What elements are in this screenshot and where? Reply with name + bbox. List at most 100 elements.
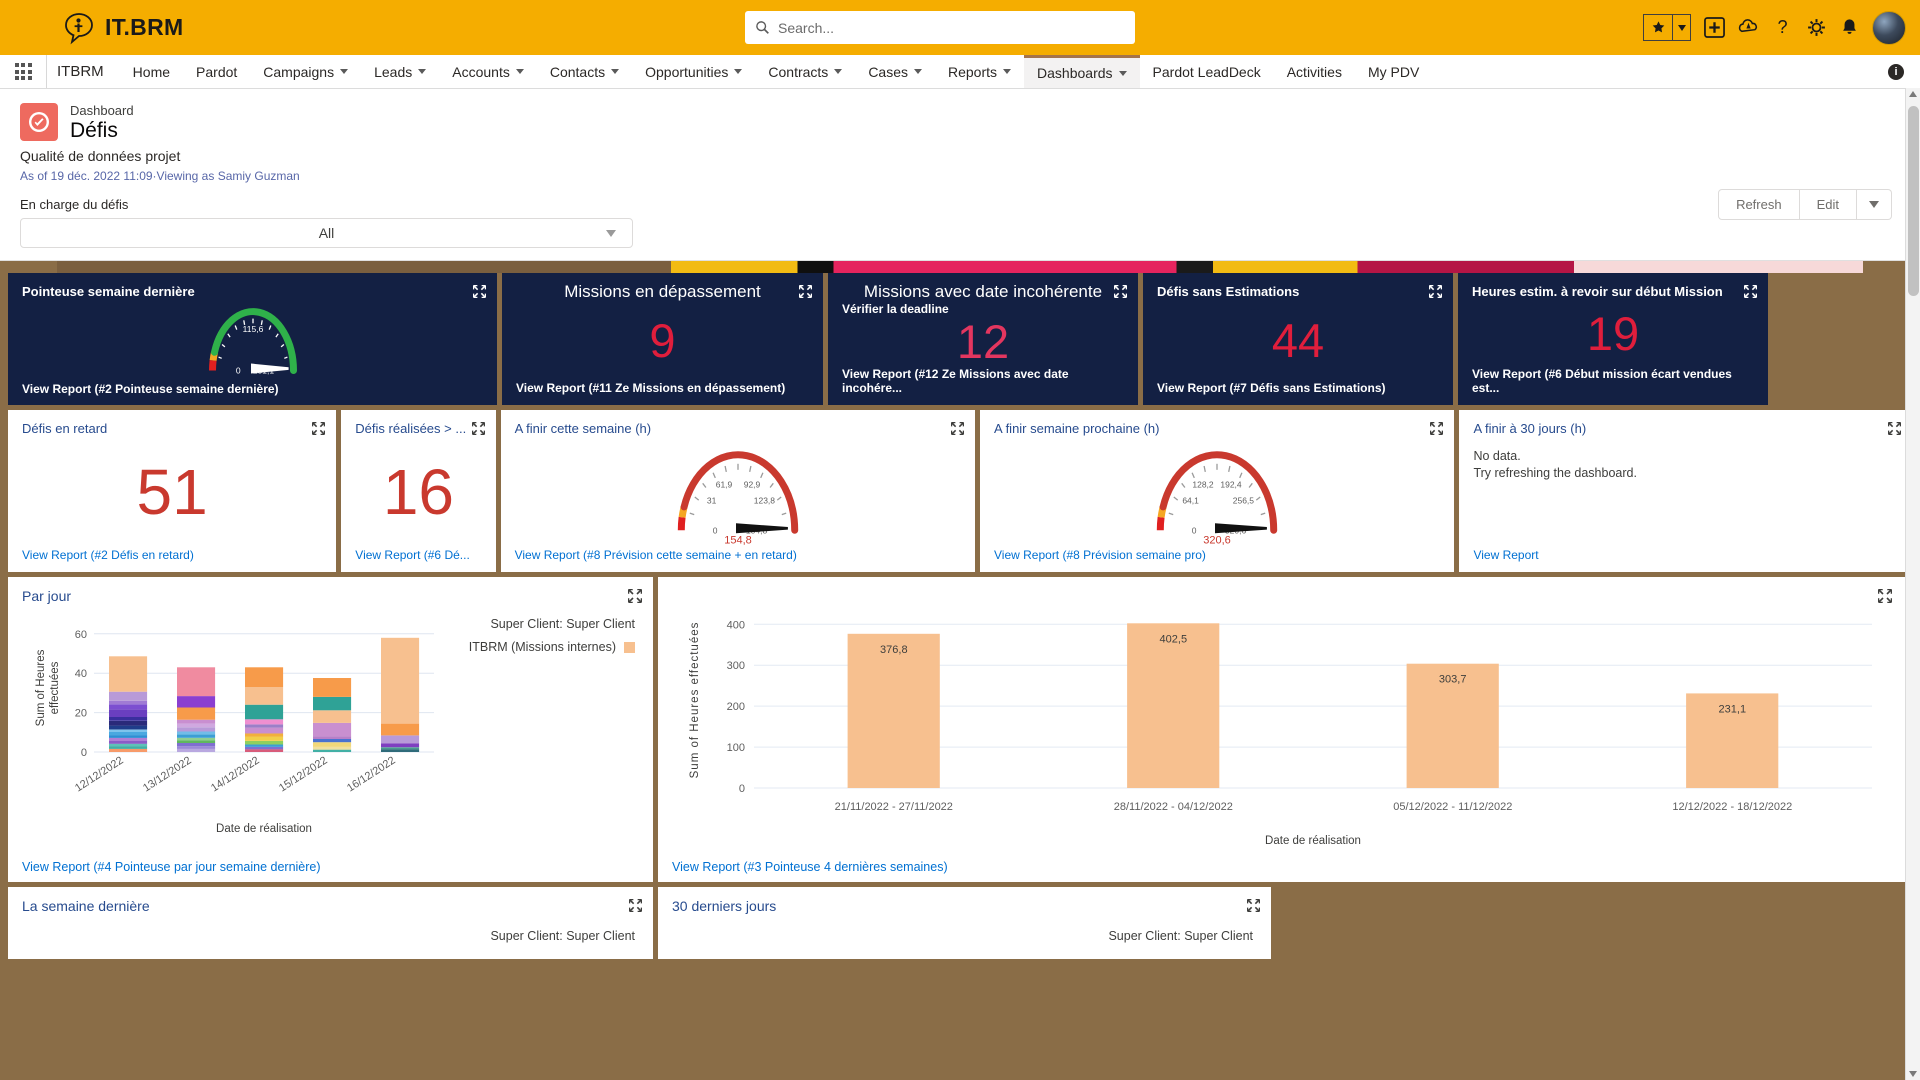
help-icon[interactable]: ?: [1772, 17, 1793, 38]
favorites-star-icon[interactable]: [1643, 14, 1672, 41]
expand-icon[interactable]: [1877, 588, 1893, 608]
app-logo[interactable]: IT.BRM: [62, 11, 183, 45]
dashboard-header: Dashboard Défis Qualité de données proje…: [0, 89, 1920, 261]
global-header: IT.BRM Search... ?: [0, 0, 1920, 55]
view-report-link[interactable]: View Report (#6 Dé...: [355, 548, 481, 562]
legend-item[interactable]: ITBRM (Missions internes): [469, 640, 635, 654]
view-report-link[interactable]: View Report (#3 Pointeuse 4 dernières se…: [672, 860, 948, 874]
nav-item-label: Pardot LeadDeck: [1152, 63, 1261, 80]
kpi-value: 16: [382, 456, 455, 528]
nav-item-pardot[interactable]: Pardot: [183, 55, 250, 88]
kpi-value: 12: [956, 315, 1010, 368]
view-report-link[interactable]: View Report (#11 Ze Missions en dépassem…: [516, 381, 809, 395]
favorites-chevron-icon[interactable]: [1672, 14, 1691, 41]
page-scrollbar[interactable]: [1905, 88, 1920, 1080]
app-launcher-icon[interactable]: [0, 55, 46, 88]
nav-item-cases[interactable]: Cases: [855, 55, 935, 88]
nav-item-label: Accounts: [452, 63, 510, 80]
nav-item-opportunities[interactable]: Opportunities: [632, 55, 755, 88]
nav-item-leads[interactable]: Leads: [361, 55, 439, 88]
svg-text:0: 0: [713, 525, 718, 535]
view-report-link[interactable]: View Report (#4 Pointeuse par jour semai…: [22, 860, 321, 874]
view-report-link[interactable]: View Report (#6 Début mission écart vend…: [1472, 367, 1754, 395]
cloud-setup-icon[interactable]: [1738, 17, 1759, 38]
expand-icon[interactable]: [950, 421, 965, 440]
svg-text:400: 400: [727, 619, 745, 631]
view-report-link[interactable]: View Report (#12 Ze Missions avec date i…: [842, 367, 1124, 395]
expand-icon[interactable]: [472, 284, 487, 303]
svg-text:05/12/2022 - 11/12/2022: 05/12/2022 - 11/12/2022: [1393, 801, 1512, 813]
expand-icon[interactable]: [627, 588, 643, 608]
decorative-banner-strip: [57, 261, 1863, 273]
nav-item-pardot-leaddeck[interactable]: Pardot LeadDeck: [1140, 55, 1274, 88]
app-navigation: ITBRM Home Pardot Campaigns Leads Accounts Co…: [0, 55, 1920, 89]
scroll-up-icon[interactable]: [1909, 91, 1917, 97]
nav-item-contracts[interactable]: Contracts: [755, 55, 855, 88]
svg-text:31: 31: [707, 495, 717, 505]
kpi-row-1: Pointeuse semaine dernière0115,6231,1Vie…: [0, 273, 1920, 405]
more-actions-button[interactable]: [1857, 189, 1892, 220]
nav-item-home[interactable]: Home: [120, 55, 183, 88]
expand-icon[interactable]: [1113, 284, 1128, 303]
kpi-card: Missions avec date incohérente Vérifier l…: [828, 273, 1138, 405]
svg-text:376,8: 376,8: [880, 644, 908, 656]
global-search[interactable]: Search...: [745, 11, 1135, 44]
expand-icon[interactable]: [471, 421, 485, 440]
view-report-link[interactable]: View Report: [1473, 548, 1898, 562]
view-report-link[interactable]: View Report (#2 Défis en retard): [22, 548, 322, 562]
scrollbar-thumb[interactable]: [1908, 106, 1919, 296]
card-title: Défis en retard: [22, 421, 108, 436]
info-icon[interactable]: i: [1888, 64, 1904, 80]
edit-button[interactable]: Edit: [1799, 189, 1857, 220]
nav-item-contacts[interactable]: Contacts: [537, 55, 632, 88]
notifications-bell-icon[interactable]: [1840, 17, 1859, 38]
nav-item-reports[interactable]: Reports: [935, 55, 1024, 88]
refresh-button[interactable]: Refresh: [1718, 189, 1800, 220]
view-report-link[interactable]: View Report (#7 Défis sans Estimations): [1157, 381, 1439, 395]
chevron-down-icon: [606, 229, 616, 237]
svg-text:0: 0: [1192, 525, 1197, 535]
expand-icon[interactable]: [1428, 284, 1443, 303]
expand-icon[interactable]: [798, 284, 813, 303]
expand-icon[interactable]: [1743, 284, 1758, 303]
expand-icon[interactable]: [1887, 421, 1902, 440]
gauge-chart: 064,1128,2192,4256,5320,6320,6: [1157, 450, 1278, 545]
nav-item-label: Contacts: [549, 63, 606, 80]
chart-title: Par jour: [22, 588, 72, 604]
view-report-link[interactable]: View Report (#8 Prévision semaine pro): [994, 548, 1440, 562]
nav-item-label: Pardot: [196, 63, 238, 80]
expand-icon[interactable]: [311, 421, 326, 440]
nav-item-label: Opportunities: [645, 63, 729, 80]
filter-value: All: [318, 225, 335, 241]
expand-icon[interactable]: [1246, 898, 1261, 917]
svg-text:Sum of Heures: Sum of Heures: [35, 649, 47, 726]
page-title: Défis: [70, 119, 118, 142]
nav-item-activities[interactable]: Activities: [1274, 55, 1355, 88]
kpi-card: Défis réalisées > ... 16 View Report (#6 D…: [341, 410, 496, 572]
chart-row: Par jour Super Client: Super Client ITBR…: [0, 577, 1920, 882]
nav-item-campaigns[interactable]: Campaigns: [250, 55, 361, 88]
add-icon[interactable]: [1704, 17, 1725, 38]
user-avatar[interactable]: [1872, 10, 1906, 45]
scroll-down-icon[interactable]: [1909, 1071, 1917, 1077]
settings-gear-icon[interactable]: [1806, 17, 1827, 38]
nav-item-accounts[interactable]: Accounts: [439, 55, 537, 88]
card-subtitle: Vérifier la deadline: [842, 302, 949, 316]
svg-text:16/12/2022: 16/12/2022: [345, 754, 398, 794]
nav-item-label: Dashboards: [1037, 65, 1113, 81]
chevron-down-icon: [834, 69, 843, 74]
filter-select[interactable]: All: [20, 218, 633, 248]
kpi-card: A finir à 30 jours (h) No data. Try refres…: [1459, 410, 1912, 572]
kpi-card: Heures estim. à revoir sur début Mission…: [1458, 273, 1768, 405]
chart-card-4-semaines: 0 100 200 300 400 Sum of Heures effectuées 376…: [658, 577, 1906, 882]
nav-item-dashboards[interactable]: Dashboards: [1024, 55, 1140, 88]
kpi-card: A finir semaine prochaine (h) 0 64,1 128,2 1…: [980, 410, 1455, 572]
view-report-link[interactable]: View Report (#8 Prévision cette semaine …: [515, 548, 961, 562]
expand-icon[interactable]: [628, 898, 643, 917]
nav-item-my-pdv[interactable]: My PDV: [1355, 55, 1432, 88]
legend-title: Super Client: Super Client: [1108, 929, 1253, 943]
favorites-group[interactable]: [1643, 14, 1691, 41]
view-report-link[interactable]: View Report (#2 Pointeuse semaine derniè…: [22, 382, 483, 396]
svg-text:303,7: 303,7: [1439, 674, 1467, 686]
expand-icon[interactable]: [1430, 421, 1444, 440]
